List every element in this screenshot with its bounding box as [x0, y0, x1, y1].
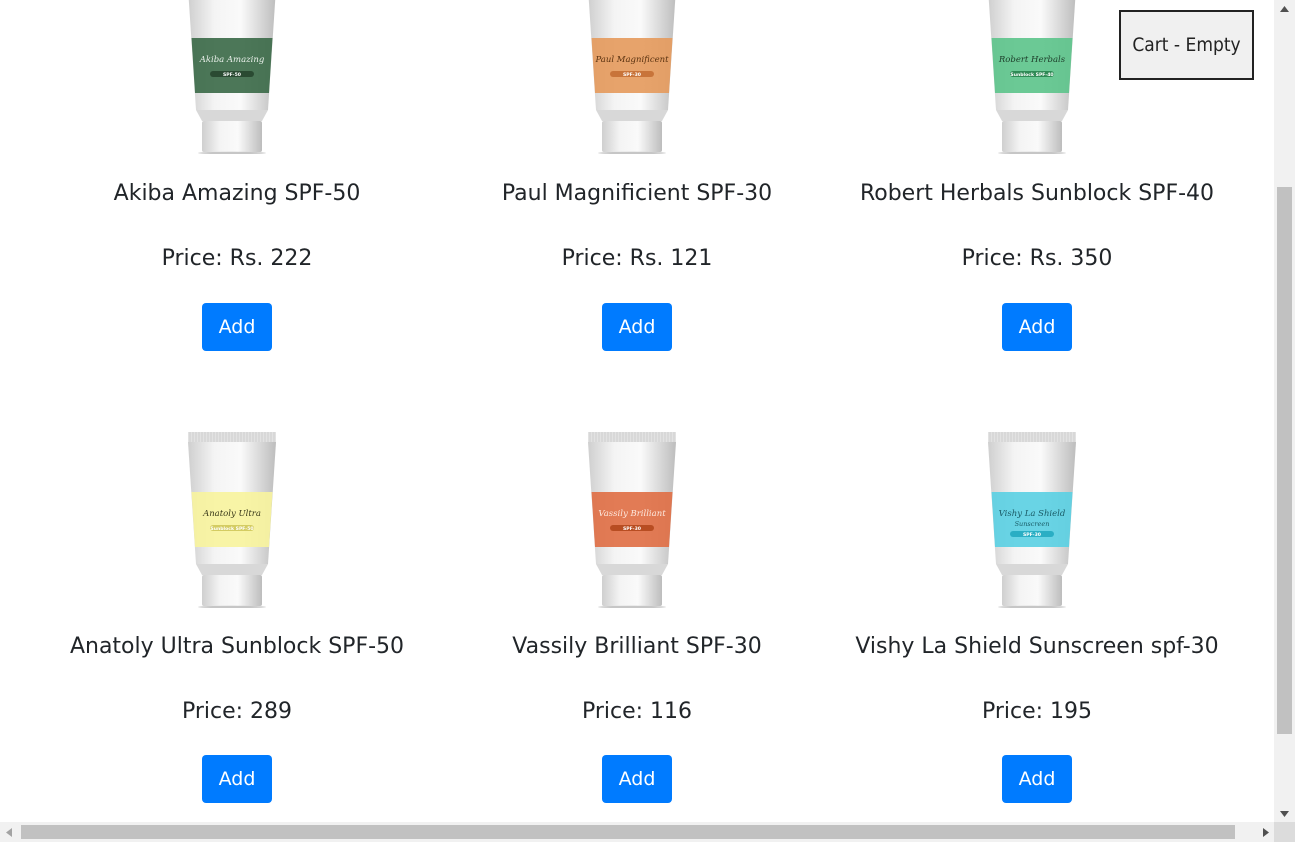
triangle-down-icon[interactable] — [1274, 805, 1295, 822]
svg-text:Sunscreen: Sunscreen — [1015, 520, 1050, 528]
add-to-cart-button[interactable]: Add — [202, 303, 272, 351]
svg-text:Akiba Amazing: Akiba Amazing — [199, 55, 265, 65]
svg-text:Anatoly Ultra: Anatoly Ultra — [202, 509, 261, 519]
product-price: Price: 289 — [181, 699, 293, 724]
svg-text:Sunblock SPF-40: Sunblock SPF-40 — [1010, 72, 1053, 78]
triangle-up-icon[interactable] — [1274, 0, 1295, 17]
product-price: Price: Rs. 222 — [161, 246, 313, 271]
add-to-cart-button[interactable]: Add — [1002, 755, 1072, 803]
svg-text:Paul Magnificent: Paul Magnificent — [594, 55, 669, 65]
product-image: Vassily Brilliant SPF-30 — [588, 432, 676, 608]
svg-text:Sunblock SPF-50: Sunblock SPF-50 — [210, 526, 253, 532]
svg-text:Vassily Brilliant: Vassily Brilliant — [598, 509, 666, 519]
horizontal-scroll-thumb[interactable] — [21, 825, 1235, 839]
product-price: Price: Rs. 350 — [961, 246, 1113, 271]
product-name: Anatoly Ultra Sunblock SPF-50 — [69, 634, 405, 659]
triangle-right-icon[interactable] — [1257, 822, 1274, 842]
product-name: Vishy La Shield Sunscreen spf-30 — [855, 634, 1219, 659]
product-name: Akiba Amazing SPF-50 — [113, 181, 361, 206]
scrollbar-corner — [1274, 822, 1295, 842]
vertical-scroll-thumb[interactable] — [1277, 187, 1292, 734]
svg-text:SPF-30: SPF-30 — [623, 526, 641, 532]
svg-text:SPF-30: SPF-30 — [623, 72, 641, 78]
product-image: Paul Magnificent SPF-30 — [588, 0, 676, 154]
product-image: Vishy La ShieldSunscreen SPF-30 — [988, 432, 1076, 608]
cart-label: Cart - Empty — [1132, 34, 1241, 56]
product-image: Anatoly Ultra Sunblock SPF-50 — [188, 432, 276, 608]
svg-text:SPF-30: SPF-30 — [1023, 532, 1041, 538]
add-to-cart-button[interactable]: Add — [202, 755, 272, 803]
horizontal-scrollbar[interactable] — [0, 822, 1274, 842]
add-to-cart-button[interactable]: Add — [1002, 303, 1072, 351]
product-image: Robert Herbals Sunblock SPF-40 — [988, 0, 1076, 154]
svg-text:Vishy La Shield: Vishy La Shield — [999, 509, 1066, 519]
product-image: Akiba Amazing SPF-50 — [188, 0, 276, 154]
product-name: Paul Magnificient SPF-30 — [501, 181, 773, 206]
svg-text:Robert Herbals: Robert Herbals — [998, 55, 1066, 65]
product-price: Price: Rs. 121 — [561, 246, 713, 271]
product-grid-viewport: Akiba Amazing SPF-50 Akiba Amazing SPF-50… — [0, 0, 1274, 822]
product-name: Vassily Brilliant SPF-30 — [512, 634, 762, 659]
add-to-cart-button[interactable]: Add — [602, 303, 672, 351]
product-price: Price: 195 — [981, 699, 1093, 724]
triangle-left-icon[interactable] — [0, 822, 17, 842]
cart-status-button[interactable]: Cart - Empty — [1119, 10, 1254, 80]
product-price: Price: 116 — [581, 699, 693, 724]
svg-text:SPF-50: SPF-50 — [223, 72, 241, 78]
product-name: Robert Herbals Sunblock SPF-40 — [859, 181, 1215, 206]
vertical-scrollbar[interactable] — [1274, 0, 1295, 822]
add-to-cart-button[interactable]: Add — [602, 755, 672, 803]
